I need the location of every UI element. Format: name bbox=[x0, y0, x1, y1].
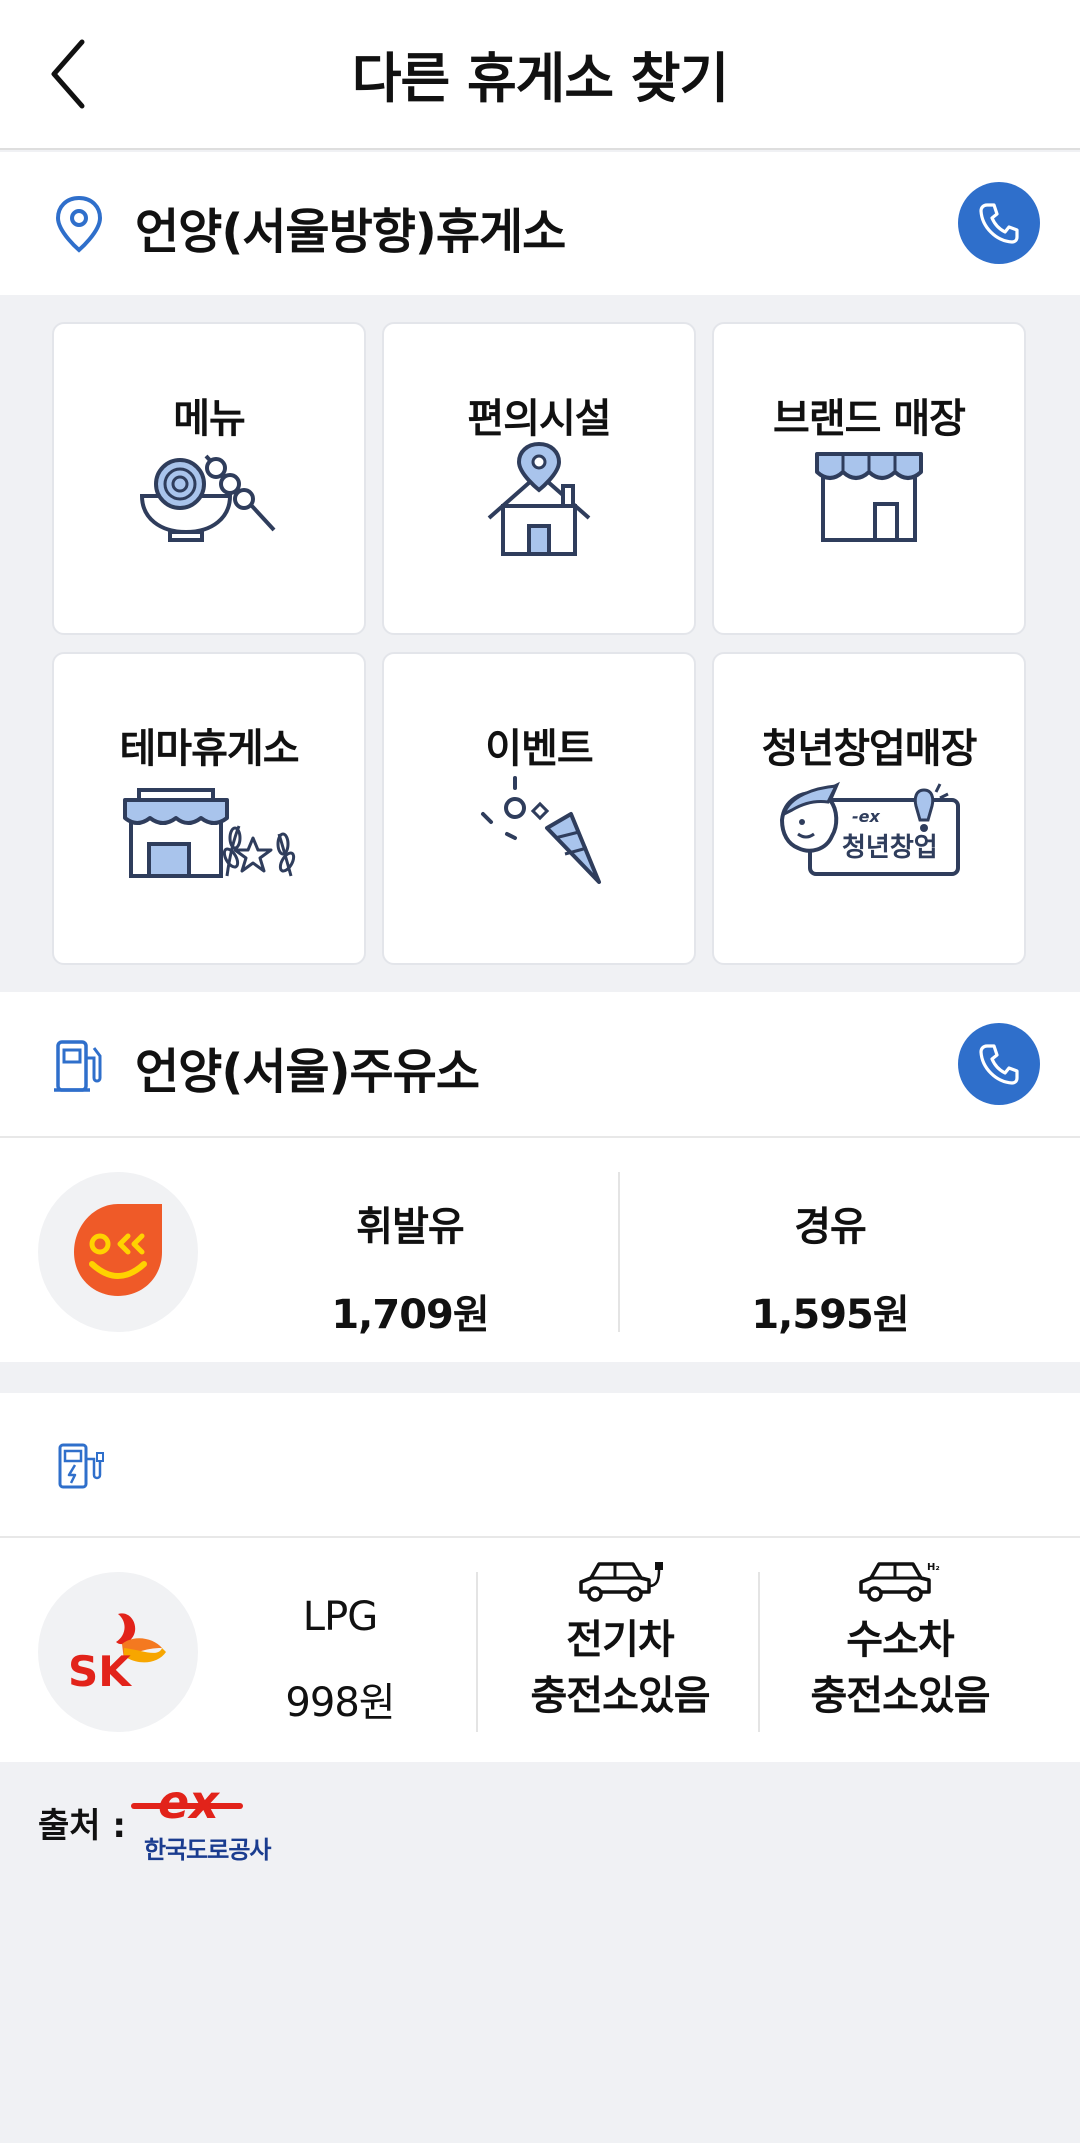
card-label: 청년창업매장 bbox=[761, 726, 978, 772]
rest-area-call-button[interactable] bbox=[958, 182, 1040, 264]
sk-logo: SK bbox=[38, 1572, 198, 1732]
header: 다른 휴게소 찾기 bbox=[0, 0, 1080, 150]
phone-icon bbox=[979, 203, 1019, 244]
s-oil-logo bbox=[38, 1172, 198, 1332]
korea-expressway-logo: ex bbox=[131, 1780, 243, 1829]
ev-charger-icon bbox=[58, 1443, 104, 1489]
svg-text:-ex: -ex bbox=[852, 807, 880, 826]
youth-badge-text: 청년창업 bbox=[842, 833, 938, 863]
korea-expressway-text: 한국도로공사 bbox=[144, 1836, 271, 1864]
youth-startup-icon: -ex 청년창업 bbox=[779, 781, 960, 876]
themed-store-icon bbox=[123, 788, 296, 878]
phone-icon bbox=[979, 1044, 1019, 1085]
ev-charging-info: 전기차 충전소있음 bbox=[490, 1558, 750, 1724]
menu-card[interactable]: 메뉴 bbox=[52, 322, 366, 635]
card-label: 편의시설 bbox=[467, 396, 611, 442]
gas-station-call-button[interactable] bbox=[958, 1023, 1040, 1105]
sk-brand-text: SK bbox=[68, 1647, 132, 1696]
hydrogen-status: 충전소있음 bbox=[810, 1673, 991, 1719]
hydrogen-charging-info: H₂ 수소차 충전소있음 bbox=[770, 1558, 1030, 1724]
fuel-pump-icon bbox=[54, 1040, 102, 1092]
diesel-value: 1,595원 bbox=[751, 1292, 909, 1338]
card-label: 테마휴게소 bbox=[119, 726, 300, 772]
gasoline-value: 1,709원 bbox=[331, 1292, 489, 1338]
charging-station-header bbox=[0, 1393, 1080, 1536]
brand-store-card[interactable]: 브랜드 매장 bbox=[712, 322, 1026, 635]
diesel-price: 경유 1,595원 bbox=[670, 1194, 990, 1340]
location-pin-icon bbox=[55, 195, 103, 253]
food-bowl-skewer-icon bbox=[139, 454, 276, 542]
house-pin-icon bbox=[487, 441, 591, 556]
lpg-label: LPG bbox=[302, 1594, 378, 1640]
gas-station-header: 언양(서울)주유소 bbox=[0, 992, 1080, 1136]
fuel-price-row: 휘발유 1,709원 경유 1,595원 bbox=[0, 1136, 1080, 1362]
hydrogen-car-icon: H₂ bbox=[859, 1562, 940, 1602]
page-title: 다른 휴게소 찾기 bbox=[351, 47, 729, 110]
theme-rest-area-card[interactable]: 테마휴게소 bbox=[52, 652, 366, 965]
facilities-card[interactable]: 편의시설 bbox=[382, 322, 696, 635]
storefront-icon bbox=[815, 452, 923, 542]
gasoline-price: 휘발유 1,709원 bbox=[250, 1194, 570, 1340]
divider bbox=[758, 1572, 760, 1732]
h2-text: H₂ bbox=[927, 1562, 940, 1573]
hydrogen-label: 수소차 bbox=[846, 1617, 954, 1663]
lpg-value: 998원 bbox=[285, 1680, 395, 1726]
electric-car-icon bbox=[579, 1562, 663, 1602]
card-label: 메뉴 bbox=[173, 396, 246, 442]
card-label: 이벤트 bbox=[485, 726, 593, 772]
rest-area-name: 언양(서울방향)휴게소 bbox=[135, 204, 566, 260]
divider bbox=[618, 1172, 620, 1332]
ev-status: 충전소있음 bbox=[530, 1673, 711, 1719]
gas-station-name: 언양(서울)주유소 bbox=[135, 1044, 480, 1100]
youth-startup-card[interactable]: 청년창업매장 -ex 청년창업 bbox=[712, 652, 1026, 965]
diesel-label: 경유 bbox=[794, 1204, 867, 1250]
ev-label: 전기차 bbox=[566, 1617, 674, 1663]
party-popper-icon bbox=[481, 776, 601, 884]
charging-info-row: SK LPG 998원 전기차 충전소있음 H₂ 수소차 충전소있음 bbox=[0, 1536, 1080, 1762]
rest-area-header: 언양(서울방향)휴게소 bbox=[0, 152, 1080, 295]
divider bbox=[476, 1572, 478, 1732]
gasoline-label: 휘발유 bbox=[356, 1204, 464, 1250]
ex-logo-text: ex bbox=[158, 1780, 220, 1829]
facility-grid: 메뉴 편의시설 브랜드 매장 테마휴게소 이벤트 청년창업매장 -ex 청년창업 bbox=[0, 295, 1080, 992]
source-label: 출처 : bbox=[38, 1806, 126, 1846]
card-label: 브랜드 매장 bbox=[773, 396, 966, 442]
lpg-price: LPG 998원 bbox=[230, 1594, 450, 1728]
event-card[interactable]: 이벤트 bbox=[382, 652, 696, 965]
